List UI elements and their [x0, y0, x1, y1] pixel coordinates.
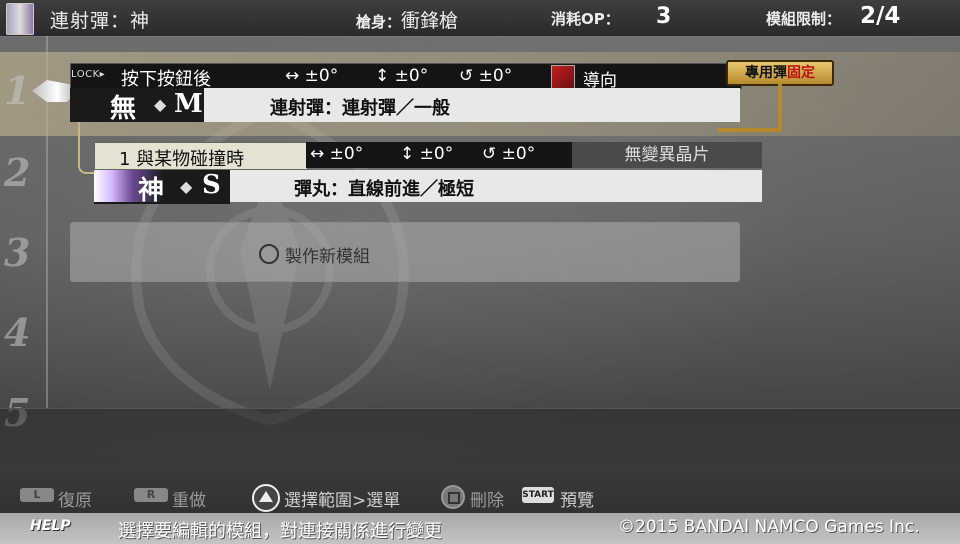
bullet-type-icon [6, 3, 34, 35]
preview-button[interactable]: 預覽 [560, 486, 594, 511]
delete-button[interactable]: 刪除 [470, 486, 504, 511]
create-new-module-button[interactable]: 製作新模組 [70, 222, 740, 282]
module-1-trigger-bar[interactable]: LOCK▸ 按下按鈕後 ↔ ±0° ↕ ±0° ↺ ±0° 導向 [70, 63, 742, 91]
lock-indicator: LOCK▸ [71, 69, 106, 80]
help-label: HELP [30, 518, 71, 534]
bottom-panel [0, 408, 960, 473]
module-2-size: S [202, 170, 221, 200]
module-2-angle-bar[interactable]: ↔ ±0° ↕ ±0° ↺ ±0° [306, 142, 572, 168]
module-1-angle-r: ↺ ±0° [459, 66, 513, 86]
l-button-icon: L [20, 488, 54, 502]
module-2-variation[interactable]: 無變異晶片 [572, 142, 762, 168]
module-1-angle-v: ↕ ±0° [375, 66, 429, 86]
diamond-icon: ◆ [180, 177, 193, 196]
redo-button[interactable]: 重做 [172, 486, 206, 511]
help-bar: HELP 選擇要編輯的模組，對連接關係進行變更 ©2015 BANDAI NAM… [0, 513, 960, 544]
gun-type: 槍身：衝鋒槍 [356, 6, 458, 33]
badge-normal-text: 專用彈 [745, 65, 787, 81]
module-limit-label: 模組限制： [766, 10, 842, 28]
module-2-angle-h: ↔ ±0° [310, 144, 364, 164]
r-button-icon: R [134, 488, 168, 502]
help-text: 選擇要編輯的模組，對連接關係進行變更 [118, 521, 442, 542]
triangle-button-icon [252, 484, 280, 512]
module-2-angle-r: ↺ ±0° [482, 144, 536, 164]
module-limit-value: 2/4 [860, 3, 901, 29]
badge-fixed-text: 固定 [787, 65, 815, 81]
diamond-icon: ◆ [154, 95, 167, 114]
row-number-4[interactable]: 4 [4, 310, 30, 355]
row-number-2[interactable]: 2 [4, 150, 30, 195]
module-2-symbol: 神 [138, 176, 165, 206]
bullet-title: 連射彈：神 [50, 10, 151, 32]
module-1[interactable]: 無 ◆ M 連射彈：連射彈／一般 [70, 88, 740, 124]
circle-button-icon [259, 244, 279, 264]
start-button-icon: START [522, 487, 554, 503]
module-1-text: 連射彈：連射彈／一般 [270, 98, 450, 119]
module-1-angle-h: ↔ ±0° [285, 66, 339, 86]
guide-icon [551, 65, 575, 89]
module-1-size: M [174, 89, 203, 119]
undo-button[interactable]: 復原 [58, 486, 92, 511]
op-label: 消耗OP： [551, 10, 620, 28]
top-bar: 連射彈：神 槍身：衝鋒槍 消耗OP： 3 模組限制： 2/4 [0, 0, 960, 37]
row-number-1[interactable]: 1 [4, 68, 30, 113]
module-2-angle-v: ↕ ±0° [400, 144, 454, 164]
row-number-3[interactable]: 3 [4, 230, 30, 275]
gun-value: 衝鋒槍 [401, 10, 459, 32]
select-range-menu-button[interactable]: 選擇範圍>選單 [284, 486, 400, 511]
copyright: ©2015 BANDAI NAMCO Games Inc. [618, 517, 920, 537]
module-2-condition-text: 1 與某物碰撞時 [119, 149, 245, 170]
module-1-symbol: 無 [110, 94, 137, 124]
module-2-text: 彈丸：直線前進／極短 [294, 179, 474, 200]
gun-label: 槍身： [356, 13, 402, 31]
module-2[interactable]: 神 ◆ S 彈丸：直線前進／極短 [94, 170, 762, 206]
module-2-condition[interactable]: 1 與某物碰撞時 [94, 142, 308, 170]
op-value: 3 [656, 4, 672, 29]
square-button-icon [441, 485, 465, 509]
create-new-module-label: 製作新模組 [285, 247, 370, 267]
